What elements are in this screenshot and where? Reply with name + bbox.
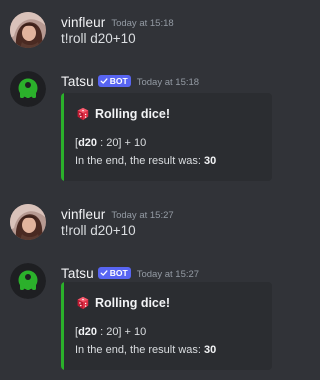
user-photo-avatar-icon xyxy=(10,12,46,48)
roll-die: d20 xyxy=(78,326,98,338)
embed-title-text: Rolling dice! xyxy=(95,107,170,121)
red-dice-icon xyxy=(77,296,89,310)
message-item: Tatsu BOT Today at 15:27 Rolling dice! [ xyxy=(0,263,293,380)
result-value: 30 xyxy=(204,344,217,356)
roll-rest: : 20] + 10 xyxy=(97,326,147,338)
result-label: In the end, the result was: xyxy=(75,155,205,167)
username[interactable]: vinfleur xyxy=(61,15,105,30)
roll-result: In the end, the result was: 30 xyxy=(75,155,216,167)
message-header: Tatsu BOT Today at 15:27 xyxy=(61,264,199,282)
result-value: 30 xyxy=(204,155,217,167)
username[interactable]: Tatsu xyxy=(61,266,94,281)
roll-rest: : 20] + 10 xyxy=(97,137,147,149)
bot-avatar[interactable] xyxy=(10,71,46,107)
roll-breakdown: [d20 : 20] + 10 xyxy=(75,326,146,338)
user-avatar[interactable] xyxy=(10,204,46,240)
embed-title: Rolling dice! xyxy=(76,107,170,121)
timestamp[interactable]: Today at 15:27 xyxy=(137,269,199,280)
embed-card: Rolling dice! [d20 : 20] + 10 In the end… xyxy=(61,282,272,370)
bot-badge-label: BOT xyxy=(109,76,128,86)
checkmark-icon xyxy=(100,270,108,276)
timestamp[interactable]: Today at 15:18 xyxy=(111,18,173,29)
roll-die: d20 xyxy=(78,137,98,149)
message-content: t!roll d20+10 xyxy=(61,31,136,46)
timestamp[interactable]: Today at 15:18 xyxy=(137,77,199,88)
tatsu-logo-avatar-icon xyxy=(10,71,46,107)
bot-avatar[interactable] xyxy=(10,263,46,299)
bot-badge: BOT xyxy=(97,75,131,87)
embed-card: Rolling dice! [d20 : 20] + 10 In the end… xyxy=(61,93,272,181)
username[interactable]: vinfleur xyxy=(61,207,105,222)
bot-badge-label: BOT xyxy=(109,268,128,278)
embed-accent-bar xyxy=(61,93,64,181)
red-dice-icon xyxy=(77,107,89,121)
message-header: Tatsu BOT Today at 15:18 xyxy=(61,72,199,90)
user-avatar[interactable] xyxy=(10,12,46,48)
message-header: vinfleur Today at 15:18 xyxy=(61,13,174,31)
message-header: vinfleur Today at 15:27 xyxy=(61,205,174,223)
result-label: In the end, the result was: xyxy=(75,344,205,356)
timestamp[interactable]: Today at 15:27 xyxy=(111,210,173,221)
username[interactable]: Tatsu xyxy=(61,74,94,89)
message-content: t!roll d20+10 xyxy=(61,223,136,238)
roll-breakdown: [d20 : 20] + 10 xyxy=(75,137,146,149)
roll-result: In the end, the result was: 30 xyxy=(75,344,216,356)
embed-title-text: Rolling dice! xyxy=(95,296,170,310)
bot-badge: BOT xyxy=(97,267,131,279)
tatsu-logo-avatar-icon xyxy=(10,263,46,299)
message-item: vinfleur Today at 15:27 t!roll d20+10 xyxy=(0,204,293,244)
message-item: vinfleur Today at 15:18 t!roll d20+10 xyxy=(0,12,293,52)
embed-title: Rolling dice! xyxy=(76,296,170,310)
embed-accent-bar xyxy=(61,282,64,370)
message-item: Tatsu BOT Today at 15:18 Rolling dice! [ xyxy=(0,71,293,191)
checkmark-icon xyxy=(100,78,108,84)
user-photo-avatar-icon xyxy=(10,204,46,240)
